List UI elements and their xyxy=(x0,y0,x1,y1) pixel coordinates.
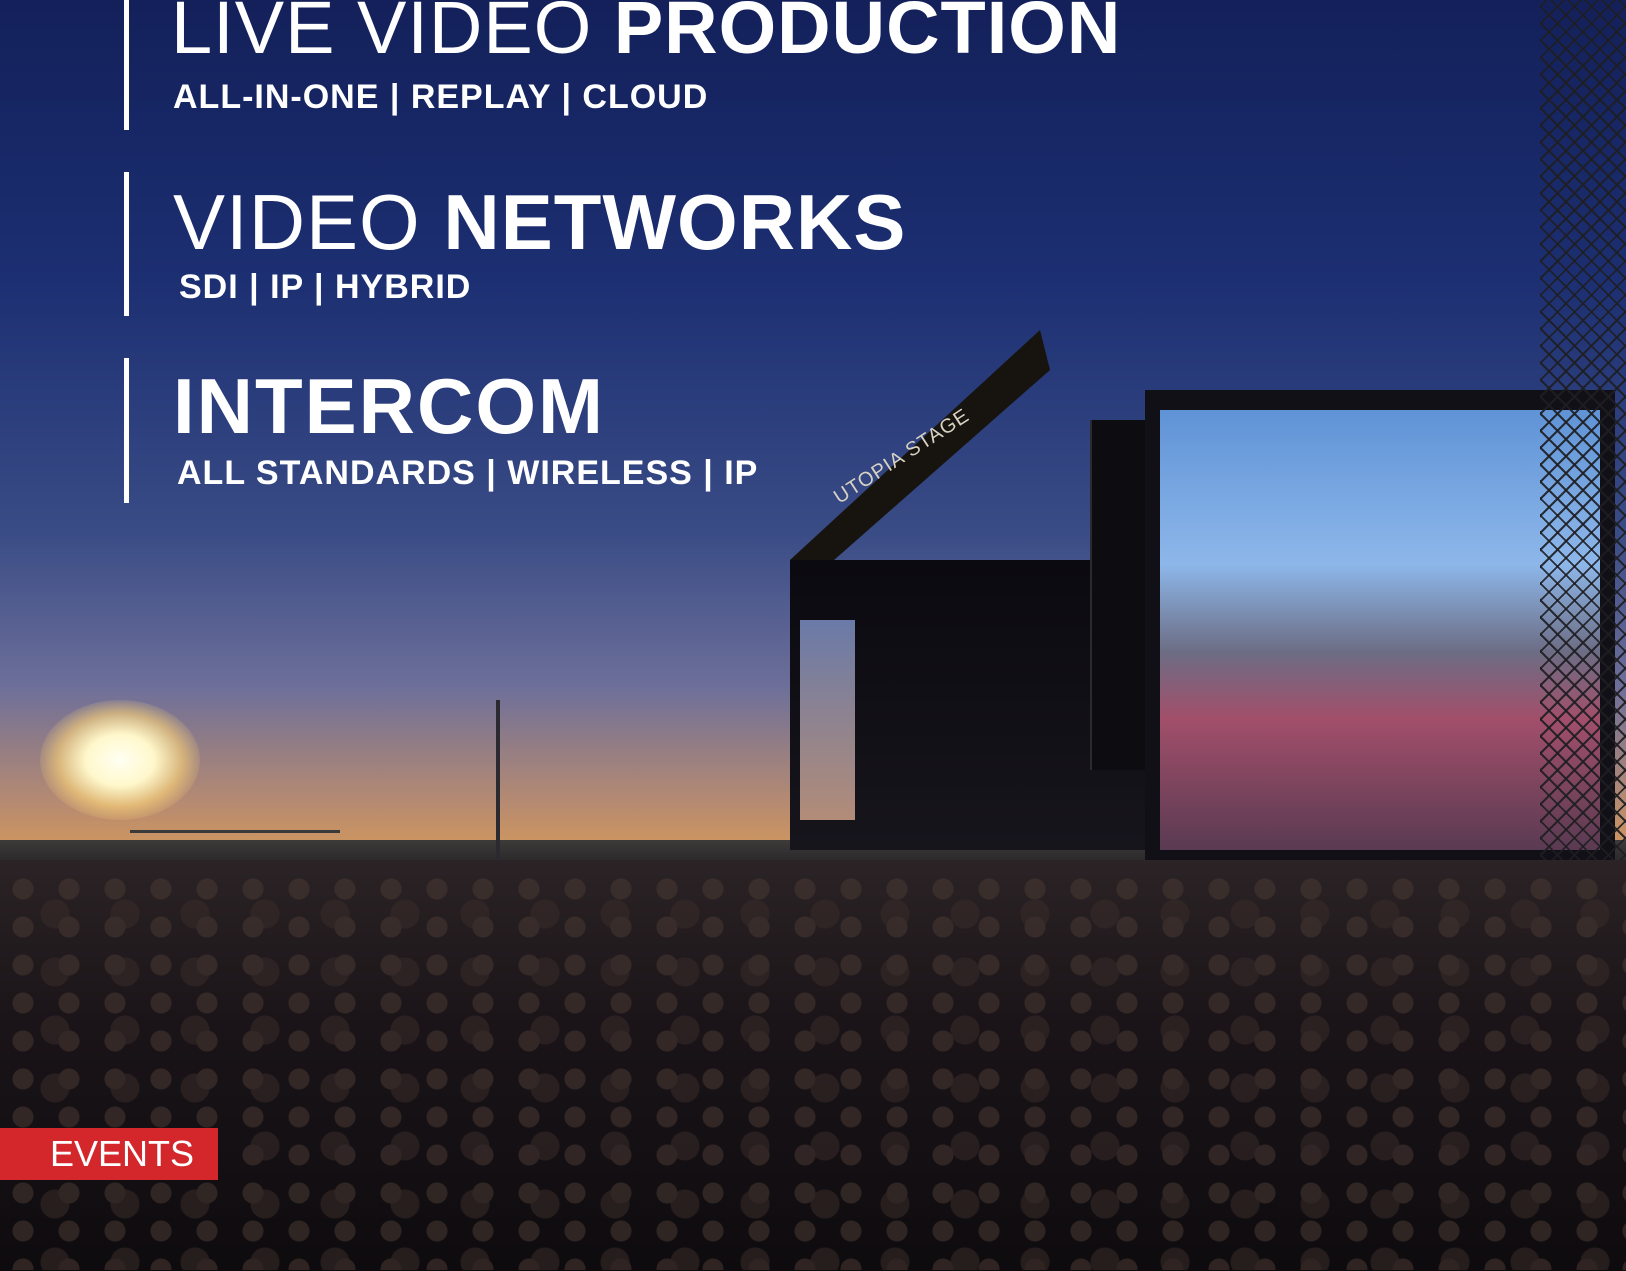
headline-intercom: INTERCOM ALL STANDARDS | WIRELESS | IP xyxy=(124,358,757,503)
headline-bold-text: NETWORKS xyxy=(443,178,907,266)
headline-title: VIDEO NETWORKS xyxy=(173,180,906,264)
headline-light-text: LIVE VIDEO xyxy=(171,0,614,69)
events-tag: EVENTS xyxy=(0,1128,218,1180)
headline-title: LIVE VIDEO PRODUCTION xyxy=(171,0,1121,68)
headline-bold-text: PRODUCTION xyxy=(613,0,1122,69)
sunset-sun xyxy=(40,700,200,820)
concert-stage: UTOPIA STAGE xyxy=(790,330,1626,870)
headline-live-video-production: LIVE VIDEO PRODUCTION ALL-IN-ONE | REPLA… xyxy=(124,0,1120,130)
headline-bold-text: INTERCOM xyxy=(173,362,605,450)
headline-light-text: VIDEO xyxy=(173,178,444,266)
headline-title: INTERCOM xyxy=(173,364,605,448)
headline-subtitle: ALL-IN-ONE | REPLAY | CLOUD xyxy=(173,78,709,116)
headline-subtitle: SDI | IP | HYBRID xyxy=(179,268,472,306)
light-pole xyxy=(496,700,500,860)
hero-poster: UTOPIA STAGE LIVE VIDEO PRODUCTION ALL-I… xyxy=(0,0,1626,1271)
side-video-screen xyxy=(800,620,855,820)
headline-subtitle: ALL STANDARDS | WIRELESS | IP xyxy=(177,454,759,492)
stage-truss xyxy=(1540,0,1626,870)
big-video-screen xyxy=(1160,410,1600,850)
crowd-heads xyxy=(0,870,1626,1270)
speaker-array xyxy=(1090,420,1152,770)
headline-video-networks: VIDEO NETWORKS SDI | IP | HYBRID xyxy=(124,172,905,316)
